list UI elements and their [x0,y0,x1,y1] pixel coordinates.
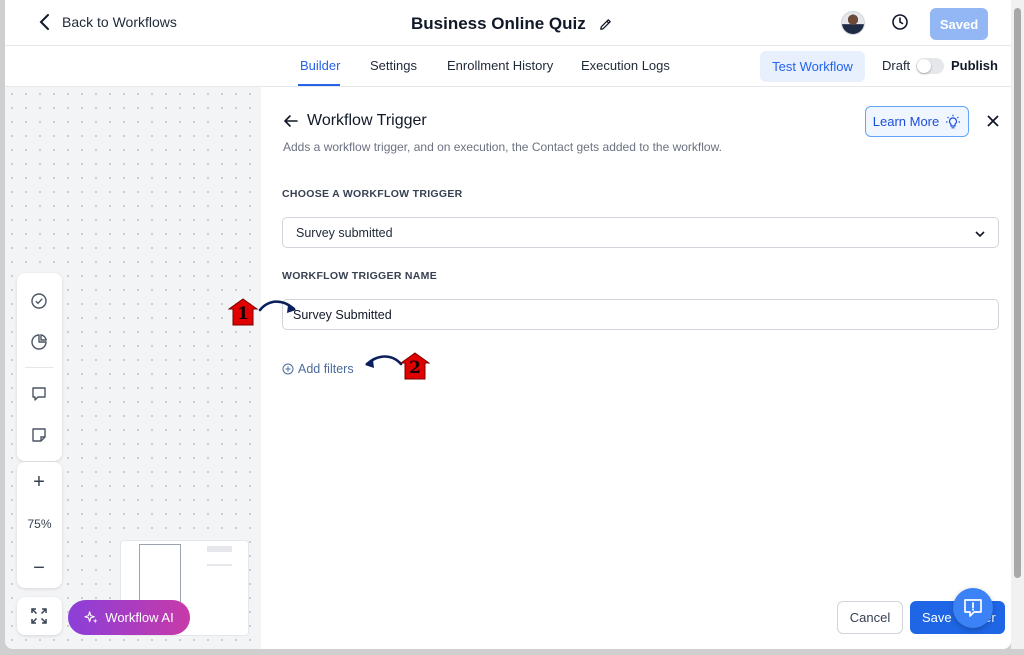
add-filters-label: Add filters [298,362,354,376]
learn-more-label: Learn More [872,114,940,129]
workflow-title: Business Online Quiz [411,14,613,34]
top-bar: Back to Workflows Business Online Quiz S… [5,0,1011,46]
minimap-node [207,564,232,566]
trigger-name-heading: WORKFLOW TRIGGER NAME [282,270,438,282]
panel-title: Workflow Trigger [307,112,427,129]
workflow-canvas[interactable]: + 75% − Workflow AI [5,87,261,649]
check-circle-icon[interactable] [30,292,48,310]
annotation-arrow-1-icon [258,300,296,313]
workflow-ai-button[interactable]: Workflow AI [68,600,190,635]
close-icon[interactable] [986,114,1000,128]
tab-enrollment-history[interactable]: Enrollment History [447,58,553,73]
pencil-edit-icon[interactable] [598,17,613,32]
minimap-node [207,546,232,552]
zoom-controls: + 75% − [17,462,62,588]
annotation-number: 2 [409,358,421,378]
draft-label: Draft [882,58,911,73]
sparkles-icon [84,611,98,624]
comment-icon[interactable] [30,385,48,403]
page-scrollbar[interactable] [1011,0,1024,649]
annotation-badge-1: 1 [227,298,259,326]
sticky-note-icon[interactable] [30,426,48,444]
trigger-type-select[interactable]: Survey submitted [282,217,999,248]
cancel-button[interactable]: Cancel [837,601,903,634]
panel-description: Adds a workflow trigger, and on executio… [283,140,722,154]
active-tab-indicator [298,84,340,86]
user-avatar[interactable] [841,11,865,35]
toolbar-divider [25,367,54,368]
publish-label: Publish [951,58,998,73]
canvas-toolbar [17,273,62,461]
zoom-out-button[interactable]: − [28,557,50,579]
test-workflow-button[interactable]: Test Workflow [760,51,865,82]
feedback-chat-button[interactable] [953,588,993,628]
lightbulb-icon [946,114,961,128]
learn-more-button[interactable]: Learn More [865,106,969,137]
history-clock-icon[interactable] [891,13,909,31]
trigger-name-input[interactable] [282,299,999,330]
annotation-number: 1 [237,304,249,324]
tab-execution-logs[interactable]: Execution Logs [581,58,670,73]
tab-builder[interactable]: Builder [300,58,340,73]
back-link-label: Back to Workflows [62,14,177,30]
zoom-level: 75% [27,517,52,531]
workflow-ai-label: Workflow AI [105,610,174,625]
scrollbar-thumb[interactable] [1014,8,1021,578]
tab-settings[interactable]: Settings [370,58,417,73]
publish-toggle[interactable] [916,58,944,74]
arrow-left-icon[interactable] [283,113,299,129]
pie-chart-icon[interactable] [30,333,48,351]
choose-trigger-heading: CHOOSE A WORKFLOW TRIGGER [282,188,463,200]
saved-button[interactable]: Saved [930,8,988,40]
chevron-left-icon [39,14,49,30]
zoom-in-button[interactable]: + [28,471,50,493]
annotation-arrow-2-icon [365,355,403,368]
trigger-type-value: Survey submitted [296,226,393,240]
plus-circle-icon [282,363,294,375]
back-to-workflows-link[interactable]: Back to Workflows [38,13,177,31]
fit-view-button[interactable] [17,597,62,635]
annotation-badge-2: 2 [399,352,431,380]
expand-icon [31,608,47,624]
workflow-builder-window: Back to Workflows Business Online Quiz S… [5,0,1011,649]
chevron-down-icon [975,231,985,238]
workflow-title-text: Business Online Quiz [411,14,586,33]
chat-info-icon [964,599,982,617]
add-filters-link[interactable]: Add filters [282,362,354,376]
tab-bar: Builder Settings Enrollment History Exec… [5,46,1011,87]
